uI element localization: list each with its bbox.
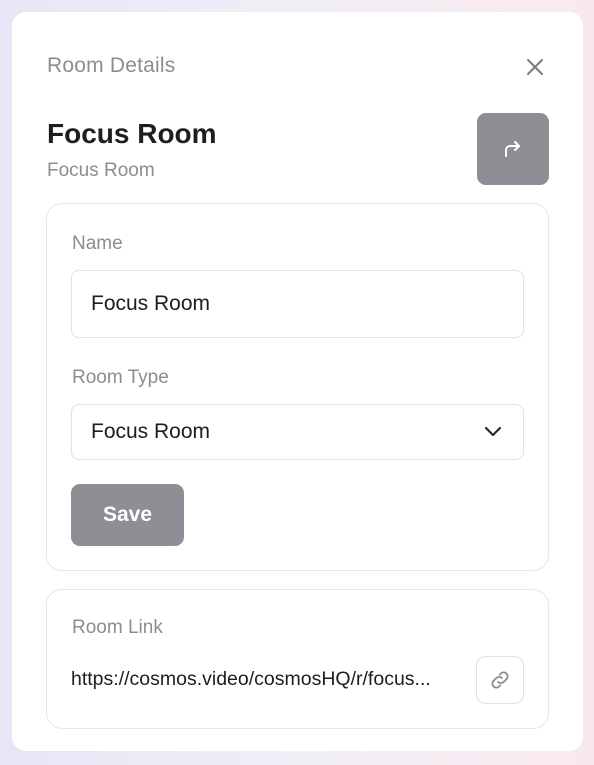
copy-link-button[interactable]	[476, 656, 524, 704]
share-button[interactable]	[477, 113, 549, 185]
link-icon	[491, 671, 509, 689]
name-input[interactable]: Focus Room	[71, 270, 524, 338]
share-arrow-icon	[505, 141, 520, 157]
close-icon	[527, 59, 543, 75]
room-title: Focus Room	[47, 118, 217, 149]
room-link-card: Room Link https://cosmos.video/cosmosHQ/…	[46, 589, 549, 729]
room-type-label: Room Type	[72, 367, 169, 388]
room-subtitle: Focus Room	[47, 160, 155, 181]
room-link-url: https://cosmos.video/cosmosHQ/r/focus...	[71, 668, 431, 690]
room-link-label: Room Link	[72, 617, 163, 638]
room-type-value: Focus Room	[91, 420, 211, 443]
save-button[interactable]: Save	[71, 484, 184, 546]
name-label: Name	[72, 233, 123, 254]
room-details-panel: Room Details Focus Room Focus Room Name …	[12, 12, 583, 751]
panel-title: Room Details	[47, 54, 176, 77]
name-input-value: Focus Room	[91, 292, 211, 315]
chevron-down-icon	[483, 422, 503, 442]
close-button[interactable]	[522, 54, 548, 80]
room-settings-card: Name Focus Room Room Type Focus Room Sav…	[46, 203, 549, 571]
room-type-select[interactable]: Focus Room	[71, 404, 524, 460]
